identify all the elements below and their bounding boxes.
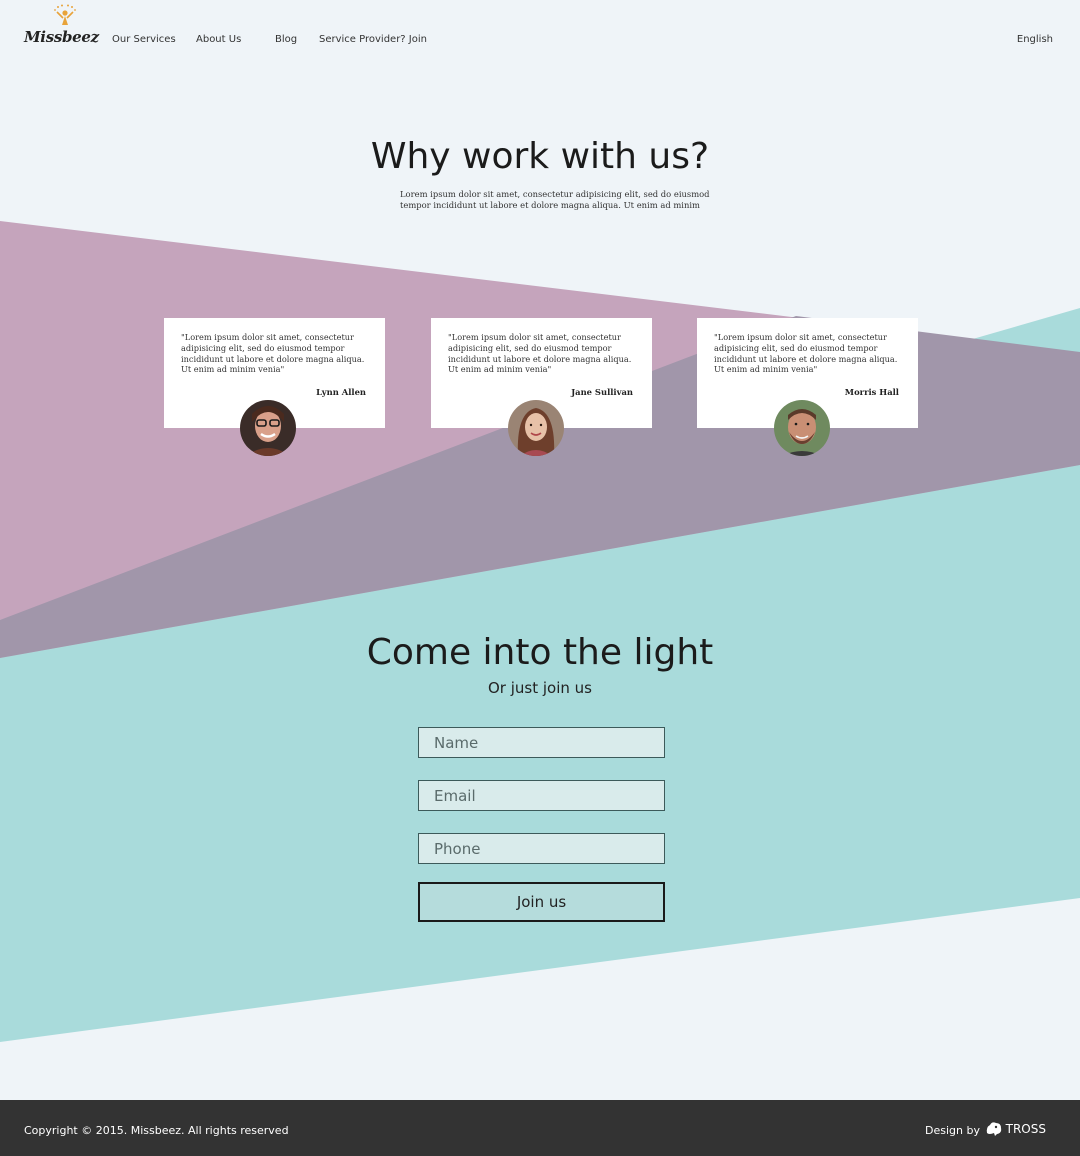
name-field[interactable] [418, 727, 665, 758]
logo[interactable]: Missbeez [22, 4, 99, 52]
top-navigation: Missbeez Our Services About Us Blog Serv… [0, 0, 1080, 80]
avatar [774, 400, 830, 456]
nav-service-provider-join[interactable]: Service Provider? Join [319, 34, 427, 45]
email-field[interactable] [418, 780, 665, 811]
testimonial-author: Morris Hall [844, 387, 899, 397]
avatar-person-icon [240, 400, 296, 456]
design-by-label: Design by [925, 1124, 980, 1137]
testimonial-quote: "Lorem ipsum dolor sit amet, consectetur… [714, 332, 898, 375]
testimonial-quote: "Lorem ipsum dolor sit amet, consectetur… [448, 332, 632, 375]
nav-about-us[interactable]: About Us [196, 34, 241, 45]
why-subtitle: Lorem ipsum dolor sit amet, consectetur … [400, 189, 710, 210]
testimonial-author: Lynn Allen [316, 387, 366, 397]
join-subtitle: Or just join us [488, 679, 592, 697]
designer-name: TROSS [1005, 1122, 1046, 1136]
testimonial-quote: "Lorem ipsum dolor sit amet, consectetur… [181, 332, 365, 375]
tross-logo-icon [986, 1122, 1001, 1136]
nav-our-services[interactable]: Our Services [112, 34, 176, 45]
testimonial-card: "Lorem ipsum dolor sit amet, consectetur… [697, 318, 918, 456]
join-us-button[interactable]: Join us [418, 882, 665, 922]
phone-field[interactable] [418, 833, 665, 864]
footer: Copyright © 2015. Missbeez. All rights r… [0, 1100, 1080, 1156]
testimonial-card: "Lorem ipsum dolor sit amet, consectetur… [431, 318, 652, 456]
testimonial-author: Jane Sullivan [571, 387, 633, 397]
logo-text: Missbeez [24, 28, 99, 46]
designer-logo[interactable]: TROSS [985, 1120, 1046, 1138]
copyright-text: Copyright © 2015. Missbeez. All rights r… [24, 1124, 289, 1137]
nav-blog[interactable]: Blog [275, 34, 297, 45]
testimonial-card: "Lorem ipsum dolor sit amet, consectetur… [164, 318, 385, 456]
avatar [508, 400, 564, 456]
why-title: Why work with us? [370, 136, 710, 177]
avatar [240, 400, 296, 456]
join-title: Come into the light [366, 632, 714, 673]
language-selector[interactable]: English [1017, 34, 1053, 45]
avatar-person-icon [508, 400, 564, 456]
avatar-person-icon [774, 400, 830, 456]
